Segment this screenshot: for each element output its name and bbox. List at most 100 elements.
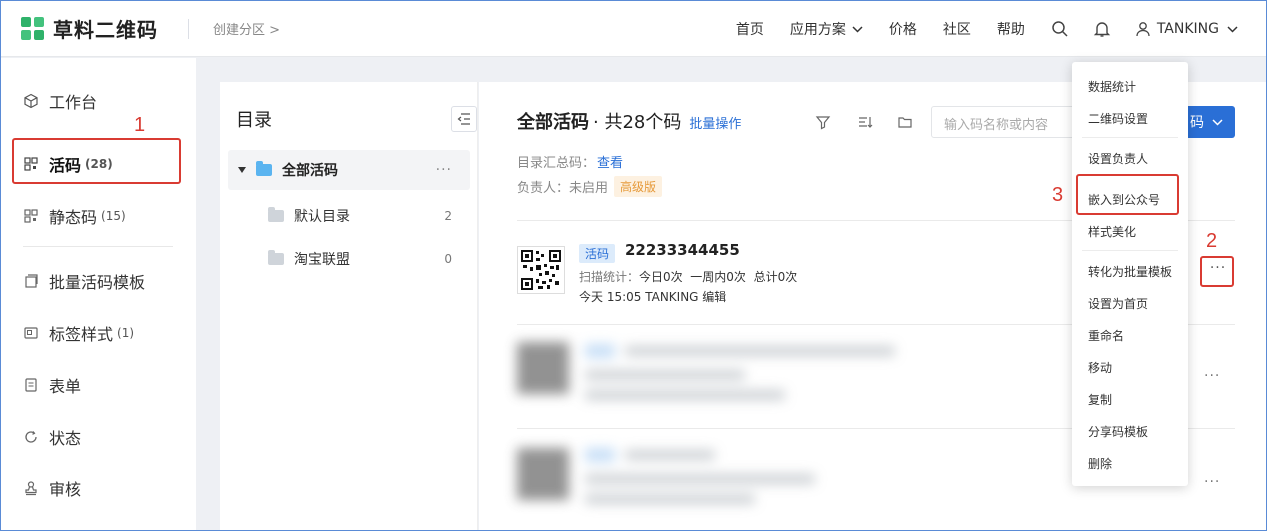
directory-item-default[interactable]: 默认目录 2 bbox=[268, 206, 460, 226]
nav-solutions-label: 应用方案 bbox=[789, 22, 846, 38]
item-more-button[interactable]: ··· bbox=[1204, 368, 1220, 384]
menu-item-set-owner[interactable]: 设置负责人 bbox=[1088, 150, 1148, 167]
premium-badge[interactable]: 高级版 bbox=[614, 176, 663, 197]
scan-stats-today: 今日0次 bbox=[639, 270, 683, 284]
refresh-icon bbox=[25, 431, 37, 443]
top-bar: 草料二维码 创建分区 > 首页 应用方案 价格 社区 帮助 TANKING bbox=[1, 1, 1266, 57]
document-icon bbox=[25, 378, 37, 392]
menu-item-copy[interactable]: 复制 bbox=[1088, 391, 1112, 408]
directory-panel: 目录 全部活码 ··· 默认目录 2 淘宝联盟 0 bbox=[220, 82, 478, 531]
menu-item-style[interactable]: 样式美化 bbox=[1088, 223, 1136, 240]
menu-item-move[interactable]: 移动 bbox=[1088, 359, 1112, 376]
sidebar-item-batch-template[interactable]: 批量活码模板 bbox=[23, 269, 145, 293]
stamp-icon bbox=[25, 481, 37, 496]
header-divider bbox=[188, 18, 189, 39]
sidebar-item-form[interactable]: 表单 bbox=[23, 373, 81, 397]
menu-item-qr-settings[interactable]: 二维码设置 bbox=[1088, 110, 1148, 127]
batch-operation-link[interactable]: 批量操作 bbox=[689, 113, 741, 132]
qr-code-icon bbox=[521, 250, 561, 290]
folder-icon bbox=[256, 161, 272, 176]
breadcrumb[interactable]: 创建分区 > bbox=[213, 19, 280, 38]
cube-icon bbox=[24, 93, 38, 109]
list-title: 全部活码 bbox=[517, 112, 589, 133]
sidebar-item-count: (1) bbox=[117, 326, 135, 340]
summary-label: 目录汇总码： bbox=[517, 156, 596, 171]
annotation-step-1: 1 bbox=[134, 114, 146, 136]
user-icon bbox=[1136, 22, 1150, 37]
sidebar-item-label: 工作台 bbox=[49, 93, 98, 112]
menu-item-set-homepage[interactable]: 设置为首页 bbox=[1088, 295, 1148, 312]
folder-outline-icon[interactable] bbox=[897, 114, 913, 130]
qr-code-thumbnail[interactable] bbox=[517, 246, 565, 294]
annotation-step-2: 2 bbox=[1206, 230, 1218, 252]
brand-logo[interactable]: 草料二维码 bbox=[21, 14, 158, 43]
annotation-box-embed bbox=[1076, 174, 1179, 215]
nav-home[interactable]: 首页 bbox=[736, 19, 764, 39]
directory-item-label: 淘宝联盟 bbox=[294, 252, 350, 268]
nav-pricing[interactable]: 价格 bbox=[889, 19, 917, 39]
code-name[interactable]: 22233344455 bbox=[625, 241, 740, 259]
menu-item-statistics[interactable]: 数据统计 bbox=[1088, 78, 1136, 95]
user-menu[interactable]: TANKING bbox=[1135, 21, 1244, 37]
qr-logo-icon bbox=[21, 16, 45, 41]
sidebar-item-label: 表单 bbox=[49, 377, 82, 396]
sidebar-item-status[interactable]: 状态 bbox=[23, 425, 81, 449]
directory-item-count: 0 bbox=[444, 252, 452, 266]
brand-name: 草料二维码 bbox=[53, 18, 158, 42]
item-more-button[interactable]: ··· bbox=[1204, 474, 1220, 490]
nav-help[interactable]: 帮助 bbox=[997, 19, 1025, 39]
directory-item-label: 默认目录 bbox=[294, 209, 350, 225]
search-icon[interactable] bbox=[1051, 20, 1069, 38]
sidebar-item-label: 审核 bbox=[49, 480, 82, 499]
annotation-box-more bbox=[1200, 256, 1234, 287]
sidebar-item-label: 状态 bbox=[49, 429, 82, 448]
live-code-tag: 活码 bbox=[579, 244, 616, 263]
menu-divider bbox=[1082, 250, 1178, 251]
bell-icon[interactable] bbox=[1093, 20, 1111, 38]
sidebar-item-static-code[interactable]: 静态码 (15) bbox=[23, 204, 126, 228]
item-actions-menu: 数据统计 二维码设置 设置负责人 嵌入到公众号 样式美化 转化为批量模板 设置为… bbox=[1072, 62, 1188, 486]
search-input[interactable]: 输入码名称或内容 bbox=[931, 106, 1091, 138]
annotation-box-live-code bbox=[12, 138, 181, 184]
nav-solutions[interactable]: 应用方案 bbox=[790, 19, 863, 39]
caret-down-icon[interactable] bbox=[238, 167, 246, 173]
sidebar: 工作台 活码 (28) 静态码 (15) 批量活码模板 标签样式 (1) 表单 … bbox=[1, 58, 196, 530]
menu-divider bbox=[1082, 137, 1178, 138]
sidebar-item-workbench[interactable]: 工作台 bbox=[23, 89, 97, 113]
owner-label: 负责人：未启用 bbox=[517, 181, 609, 196]
menu-item-convert-batch-template[interactable]: 转化为批量模板 bbox=[1088, 263, 1172, 280]
sidebar-item-label: 静态码 bbox=[49, 208, 98, 227]
directory-item-taobao[interactable]: 淘宝联盟 0 bbox=[268, 249, 460, 269]
more-icon[interactable]: ··· bbox=[436, 162, 452, 178]
menu-item-share-template[interactable]: 分享码模板 bbox=[1088, 423, 1148, 440]
menu-item-rename[interactable]: 重命名 bbox=[1088, 327, 1124, 344]
filter-icon[interactable] bbox=[815, 114, 831, 130]
directory-root-label: 全部活码 bbox=[282, 163, 338, 179]
blurred-list-item bbox=[509, 332, 1069, 422]
create-code-label: 码 bbox=[1190, 115, 1204, 131]
directory-title: 目录 bbox=[236, 110, 272, 131]
directory-item-count: 2 bbox=[444, 209, 452, 223]
top-nav: 首页 应用方案 价格 社区 帮助 TANKING bbox=[736, 1, 1266, 57]
summary-row: 目录汇总码： 查看 bbox=[517, 152, 623, 171]
scan-stats: 扫描统计：今日0次 一周内0次 总计0次 bbox=[579, 268, 797, 285]
list-count: · 共28个码 bbox=[593, 112, 682, 133]
chevron-down-icon bbox=[1212, 118, 1223, 126]
sidebar-item-count: (15) bbox=[101, 209, 126, 223]
nav-community[interactable]: 社区 bbox=[943, 19, 971, 39]
scan-stats-week: 一周内0次 bbox=[690, 270, 746, 284]
chevron-down-icon bbox=[1227, 25, 1238, 33]
sort-icon[interactable] bbox=[857, 114, 873, 130]
user-name: TANKING bbox=[1156, 21, 1219, 37]
indent-collapse-icon bbox=[457, 113, 470, 125]
summary-view-link[interactable]: 查看 bbox=[597, 152, 623, 171]
menu-item-delete[interactable]: 删除 bbox=[1088, 455, 1112, 472]
tag-card-icon bbox=[24, 327, 38, 339]
sidebar-item-label: 批量活码模板 bbox=[49, 273, 146, 292]
sidebar-item-label-style[interactable]: 标签样式 (1) bbox=[23, 321, 134, 345]
sidebar-item-review[interactable]: 审核 bbox=[23, 476, 81, 500]
scan-stats-total: 总计0次 bbox=[753, 270, 798, 284]
directory-root-item[interactable]: 全部活码 ··· bbox=[228, 150, 470, 190]
collapse-directory-button[interactable] bbox=[451, 106, 477, 132]
sidebar-divider bbox=[23, 246, 173, 247]
